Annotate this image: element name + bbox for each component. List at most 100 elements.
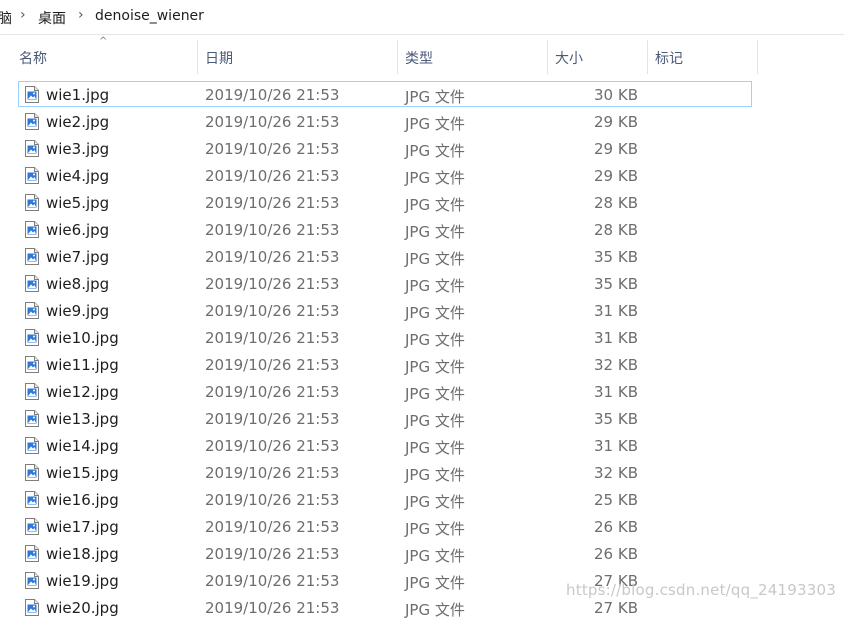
- column-divider[interactable]: [547, 40, 548, 74]
- file-name: wie9.jpg: [46, 302, 110, 320]
- column-divider[interactable]: [757, 40, 758, 74]
- column-divider[interactable]: [197, 40, 198, 74]
- file-size: 35 KB: [594, 410, 638, 428]
- image-file-icon: [25, 356, 39, 373]
- file-date: 2019/10/26 21:53: [205, 599, 340, 617]
- chevron-right-icon[interactable]: ›: [20, 7, 26, 23]
- column-header-name[interactable]: 名称: [19, 48, 47, 68]
- file-row[interactable]: wie18.jpg 2019/10/26 21:53 JPG 文件 26 KB: [0, 540, 844, 567]
- file-date: 2019/10/26 21:53: [205, 113, 340, 131]
- file-type: JPG 文件: [405, 466, 465, 484]
- file-name: wie3.jpg: [46, 140, 110, 158]
- file-type: JPG 文件: [405, 547, 465, 565]
- file-name: wie14.jpg: [46, 437, 119, 455]
- file-size: 26 KB: [594, 545, 638, 563]
- file-row[interactable]: wie9.jpg 2019/10/26 21:53 JPG 文件 31 KB: [0, 297, 844, 324]
- image-file-icon: [25, 194, 39, 211]
- file-row[interactable]: wie1.jpg 2019/10/26 21:53 JPG 文件 30 KB: [0, 81, 844, 108]
- file-size: 29 KB: [594, 113, 638, 131]
- file-size: 31 KB: [594, 437, 638, 455]
- image-file-icon: [25, 167, 39, 184]
- file-date: 2019/10/26 21:53: [205, 194, 340, 212]
- image-file-icon: [25, 221, 39, 238]
- file-row[interactable]: wie7.jpg 2019/10/26 21:53 JPG 文件 35 KB: [0, 243, 844, 270]
- image-file-icon: [25, 572, 39, 589]
- file-type: JPG 文件: [405, 331, 465, 349]
- file-name: wie1.jpg: [46, 86, 110, 104]
- file-type: JPG 文件: [405, 304, 465, 322]
- file-date: 2019/10/26 21:53: [205, 491, 340, 509]
- file-type: JPG 文件: [405, 520, 465, 538]
- file-date: 2019/10/26 21:53: [205, 410, 340, 428]
- file-row[interactable]: wie16.jpg 2019/10/26 21:53 JPG 文件 25 KB: [0, 486, 844, 513]
- file-type: JPG 文件: [405, 250, 465, 268]
- file-name: wie16.jpg: [46, 491, 119, 509]
- image-file-icon: [25, 140, 39, 157]
- file-name: wie13.jpg: [46, 410, 119, 428]
- file-type: JPG 文件: [405, 277, 465, 295]
- file-size: 27 KB: [594, 599, 638, 617]
- file-size: 31 KB: [594, 302, 638, 320]
- file-date: 2019/10/26 21:53: [205, 545, 340, 563]
- file-size: 32 KB: [594, 464, 638, 482]
- file-date: 2019/10/26 21:53: [205, 86, 340, 104]
- address-bar[interactable]: 脑 › 桌面 › denoise_wiener: [0, 0, 844, 35]
- file-row[interactable]: wie4.jpg 2019/10/26 21:53 JPG 文件 29 KB: [0, 162, 844, 189]
- file-name: wie5.jpg: [46, 194, 110, 212]
- breadcrumb-root[interactable]: 脑: [0, 8, 12, 28]
- file-type: JPG 文件: [405, 358, 465, 376]
- file-type: JPG 文件: [405, 196, 465, 214]
- file-type: JPG 文件: [405, 385, 465, 403]
- file-row[interactable]: wie5.jpg 2019/10/26 21:53 JPG 文件 28 KB: [0, 189, 844, 216]
- file-row[interactable]: wie3.jpg 2019/10/26 21:53 JPG 文件 29 KB: [0, 135, 844, 162]
- image-file-icon: [25, 464, 39, 481]
- file-row[interactable]: wie2.jpg 2019/10/26 21:53 JPG 文件 29 KB: [0, 108, 844, 135]
- image-file-icon: [25, 113, 39, 130]
- image-file-icon: [25, 437, 39, 454]
- file-row[interactable]: wie17.jpg 2019/10/26 21:53 JPG 文件 26 KB: [0, 513, 844, 540]
- image-file-icon: [25, 599, 39, 616]
- file-name: wie12.jpg: [46, 383, 119, 401]
- file-row[interactable]: wie6.jpg 2019/10/26 21:53 JPG 文件 28 KB: [0, 216, 844, 243]
- column-divider[interactable]: [647, 40, 648, 74]
- file-row[interactable]: wie11.jpg 2019/10/26 21:53 JPG 文件 32 KB: [0, 351, 844, 378]
- file-name: wie17.jpg: [46, 518, 119, 536]
- column-header-date[interactable]: 日期: [205, 48, 233, 68]
- column-header-tags[interactable]: 标记: [655, 48, 683, 68]
- file-name: wie18.jpg: [46, 545, 119, 563]
- file-date: 2019/10/26 21:53: [205, 167, 340, 185]
- file-type: JPG 文件: [405, 169, 465, 187]
- file-size: 26 KB: [594, 518, 638, 536]
- file-type: JPG 文件: [405, 88, 465, 106]
- file-row[interactable]: wie13.jpg 2019/10/26 21:53 JPG 文件 35 KB: [0, 405, 844, 432]
- file-size: 35 KB: [594, 248, 638, 266]
- file-date: 2019/10/26 21:53: [205, 356, 340, 374]
- image-file-icon: [25, 518, 39, 535]
- file-row[interactable]: wie8.jpg 2019/10/26 21:53 JPG 文件 35 KB: [0, 270, 844, 297]
- file-date: 2019/10/26 21:53: [205, 518, 340, 536]
- breadcrumb-current-folder[interactable]: denoise_wiener: [95, 8, 204, 24]
- image-file-icon: [25, 329, 39, 346]
- column-divider[interactable]: [397, 40, 398, 74]
- column-header-type[interactable]: 类型: [405, 48, 433, 68]
- image-file-icon: [25, 383, 39, 400]
- file-name: wie11.jpg: [46, 356, 119, 374]
- file-type: JPG 文件: [405, 439, 465, 457]
- file-row[interactable]: wie15.jpg 2019/10/26 21:53 JPG 文件 32 KB: [0, 459, 844, 486]
- breadcrumb-desktop[interactable]: 桌面: [38, 8, 66, 28]
- file-row[interactable]: wie10.jpg 2019/10/26 21:53 JPG 文件 31 KB: [0, 324, 844, 351]
- file-name: wie19.jpg: [46, 572, 119, 590]
- file-row[interactable]: wie12.jpg 2019/10/26 21:53 JPG 文件 31 KB: [0, 378, 844, 405]
- file-name: wie7.jpg: [46, 248, 110, 266]
- file-date: 2019/10/26 21:53: [205, 437, 340, 455]
- column-header-size[interactable]: 大小: [555, 48, 583, 68]
- file-name: wie2.jpg: [46, 113, 110, 131]
- file-type: JPG 文件: [405, 493, 465, 511]
- file-size: 28 KB: [594, 194, 638, 212]
- file-date: 2019/10/26 21:53: [205, 464, 340, 482]
- file-row[interactable]: wie14.jpg 2019/10/26 21:53 JPG 文件 31 KB: [0, 432, 844, 459]
- image-file-icon: [25, 275, 39, 292]
- file-name: wie6.jpg: [46, 221, 110, 239]
- file-date: 2019/10/26 21:53: [205, 572, 340, 590]
- chevron-right-icon[interactable]: ›: [78, 7, 84, 23]
